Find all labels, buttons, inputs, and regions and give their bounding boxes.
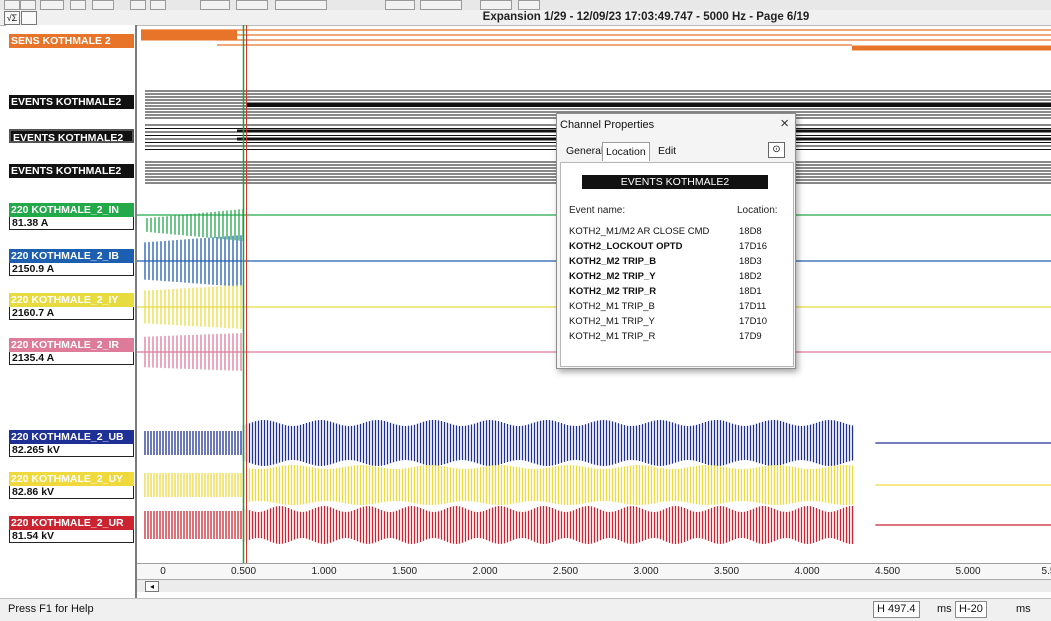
channel-value-ib: 2150.9 A — [9, 263, 134, 276]
cursor-icon: H — [877, 603, 885, 615]
cursor2-value: -20 — [966, 603, 983, 615]
event-row-name[interactable]: KOTH2_LOCKOUT OPTD — [569, 241, 682, 252]
time-tick-label: 0.500 — [230, 566, 257, 577]
channel-label-events-1[interactable]: EVENTS KOTHMALE2 — [9, 95, 134, 109]
close-icon[interactable]: × — [780, 115, 789, 132]
channel-label-events-2[interactable]: EVENTS KOTHMALE2 — [9, 129, 134, 143]
time-tick-label: 2.000 — [472, 566, 498, 577]
event-row-name[interactable]: KOTH2_M1/M2 AR CLOSE CMD — [569, 226, 709, 237]
grid-icon[interactable] — [21, 11, 37, 25]
cursor-icon: H — [959, 603, 967, 615]
toolbar-button[interactable] — [518, 0, 540, 10]
recording-title: Expansion 1/29 - 12/09/23 17:03:49.747 -… — [482, 11, 810, 23]
event-row-name[interactable]: KOTH2_M1 TRIP_B — [569, 301, 655, 312]
status-bar: Press F1 for Help H 497.4 ms H-20 ms — [0, 598, 1051, 621]
toolbar-button[interactable] — [40, 0, 64, 10]
event-row-location: 17D9 — [739, 331, 762, 342]
channel-value-iy: 2160.7 A — [9, 307, 134, 320]
cursor2-readout: H-20 — [955, 601, 987, 618]
location-header: Location: — [737, 205, 778, 216]
channel-value-ub: 82.265 kV — [9, 444, 134, 457]
voltage-ur-trace — [242, 506, 854, 544]
tab-edit[interactable]: Edit — [655, 142, 679, 160]
time-axis: 0 0.500 1.000 1.500 2.000 2.500 3.000 3.500 4.00… — [137, 563, 1051, 580]
event-row-name[interactable]: KOTH2_M1 TRIP_R — [569, 331, 655, 342]
toolbar-button[interactable] — [92, 0, 114, 10]
toolbar-button[interactable] — [480, 0, 512, 10]
toolbar-button[interactable] — [150, 0, 166, 10]
tab-location[interactable]: Location — [602, 142, 650, 161]
time-tick-label: 4.000 — [794, 566, 820, 577]
time-tick-label: 5.000 — [955, 566, 981, 577]
event-row-name[interactable]: KOTH2_M2 TRIP_R — [569, 286, 656, 297]
channel-label-ir[interactable]: 220 KOTHMALE_2_IR — [9, 338, 134, 352]
time-tick-label: 5.5 — [1041, 566, 1051, 577]
pin-icon[interactable]: ⊙ — [768, 142, 785, 158]
channel-value-uy: 82.86 kV — [9, 486, 134, 499]
event-row-location: 18D2 — [739, 271, 762, 282]
event-row-location: 17D11 — [739, 301, 767, 312]
channel-value-ur: 81.54 kV — [9, 530, 134, 543]
channel-label-ur[interactable]: 220 KOTHMALE_2_UR — [9, 516, 134, 530]
formula-icon[interactable]: √Σ — [4, 11, 20, 25]
time-tick-label: 1.500 — [391, 566, 418, 577]
chart-header: √Σ Expansion 1/29 - 12/09/23 17:03:49.74… — [0, 10, 1051, 26]
help-hint: Press F1 for Help — [8, 603, 94, 615]
event-row-location: 17D16 — [739, 241, 767, 252]
channel-label-ib[interactable]: 220 KOTHMALE_2_IB — [9, 249, 134, 263]
channel-value-in: 81.38 A — [9, 217, 134, 230]
toolbar-button[interactable] — [236, 0, 268, 10]
cursor1-unit: ms — [937, 603, 952, 615]
channel-label-uy[interactable]: 220 KOTHMALE_2_UY — [9, 472, 134, 486]
toolbar-button[interactable] — [20, 0, 36, 10]
event-row-name[interactable]: KOTH2_M2 TRIP_B — [569, 256, 656, 267]
voltage-uy-trace — [144, 473, 242, 497]
time-tick-label: 4.500 — [874, 566, 901, 577]
sens-trace — [141, 30, 237, 41]
voltage-ub-trace — [242, 420, 854, 466]
channel-value-ir: 2135.4 A — [9, 352, 134, 365]
toolbar-button[interactable] — [420, 0, 462, 10]
channel-properties-dialog: Channel Properties × General Location Ed… — [556, 113, 796, 369]
time-tick-label: 0 — [160, 566, 166, 577]
channel-label-iy[interactable]: 220 KOTHMALE_2_IY — [9, 293, 134, 307]
event-row-location: 18D8 — [739, 226, 762, 237]
dialog-title: Channel Properties — [560, 119, 655, 131]
channel-label-sens[interactable]: SENS KOTHMALE 2 — [9, 34, 134, 48]
event-row-location: 18D3 — [739, 256, 762, 267]
voltage-ur-trace — [144, 511, 242, 539]
cursor1-readout: H 497.4 — [873, 601, 920, 618]
toolbar-button[interactable] — [70, 0, 86, 10]
time-tick-label: 2.500 — [552, 566, 579, 577]
toolbar-button[interactable] — [275, 0, 327, 10]
event-row-name[interactable]: KOTH2_M2 TRIP_Y — [569, 271, 656, 282]
channel-label-ub[interactable]: 220 KOTHMALE_2_UB — [9, 430, 134, 444]
channel-label-in[interactable]: 220 KOTHMALE_2_IN — [9, 203, 134, 217]
channel-name-banner: EVENTS KOTHMALE2 — [582, 175, 768, 189]
scroll-left-icon[interactable]: ◂ — [145, 581, 159, 592]
cursor2-unit: ms — [1016, 603, 1031, 615]
channel-label-events-3[interactable]: EVENTS KOTHMALE2 — [9, 164, 134, 178]
time-tick-label: 3.000 — [633, 566, 659, 577]
toolbar-button[interactable] — [130, 0, 146, 10]
event-name-header: Event name: — [569, 205, 626, 216]
tab-general[interactable]: General — [563, 142, 606, 160]
channel-list: SENS KOTHMALE 2 EVENTS KOTHMALE2 EVENTS … — [6, 25, 137, 598]
event-row-name[interactable]: KOTH2_M1 TRIP_Y — [569, 316, 655, 327]
cursor1-value: 497.4 — [888, 603, 916, 615]
toolbar-button[interactable] — [4, 0, 20, 10]
toolbar-button[interactable] — [385, 0, 415, 10]
voltage-ub-trace — [144, 431, 242, 455]
voltage-uy-trace — [242, 465, 854, 505]
location-panel: EVENTS KOTHMALE2 Event name: Location: K… — [560, 162, 794, 367]
event-row-location: 18D1 — [739, 286, 762, 297]
time-tick-label: 3.500 — [713, 566, 740, 577]
horizontal-scrollbar[interactable]: ◂ — [137, 579, 1051, 592]
time-tick-label: 1.000 — [311, 566, 337, 577]
toolbar-button[interactable] — [200, 0, 230, 10]
event-row-location: 17D10 — [739, 316, 767, 327]
